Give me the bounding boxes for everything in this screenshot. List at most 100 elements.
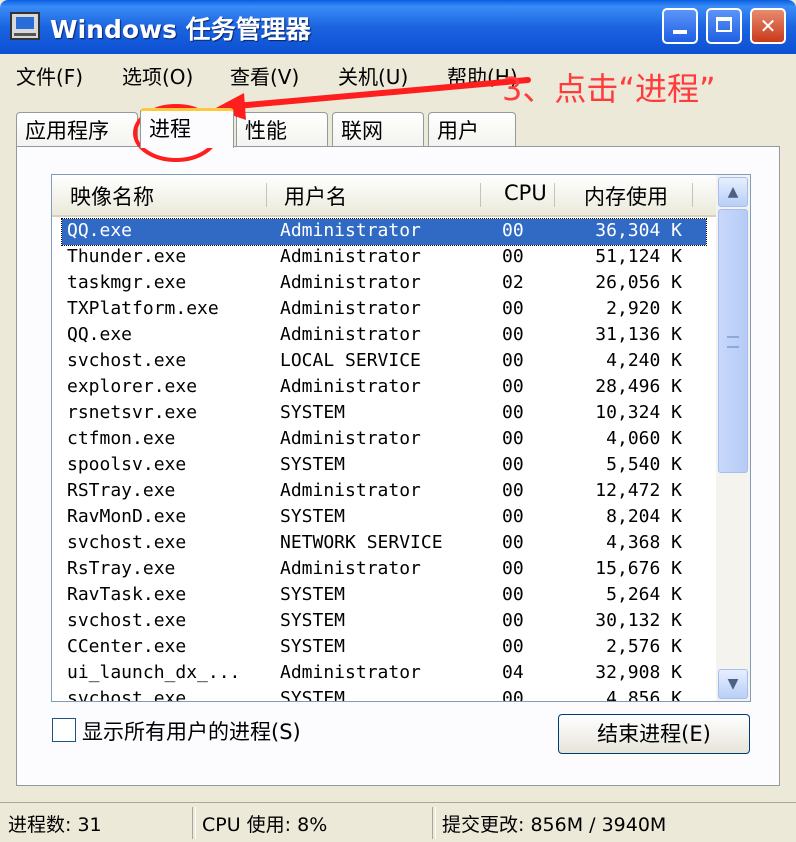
process-user-name: SYSTEM bbox=[280, 402, 346, 423]
process-user-name: Administrator bbox=[280, 220, 421, 241]
table-row[interactable]: RavTask.exe SYSTEM 00 5,264 K bbox=[62, 583, 706, 609]
process-cpu: 04 bbox=[502, 662, 524, 683]
process-user-name: Administrator bbox=[280, 480, 421, 501]
table-row[interactable]: Thunder.exe Administrator 00 51,124 K bbox=[62, 245, 706, 271]
process-memory: 4,856 K bbox=[606, 688, 682, 702]
process-user-name: Administrator bbox=[280, 298, 421, 319]
process-cpu: 00 bbox=[502, 402, 524, 423]
process-cpu: 00 bbox=[502, 298, 524, 319]
process-user-name: Administrator bbox=[280, 428, 421, 449]
show-all-users-checkbox[interactable] bbox=[52, 718, 76, 742]
tab-networking[interactable]: 联网 bbox=[332, 112, 424, 146]
tab-processes[interactable]: 进程 bbox=[140, 108, 234, 148]
table-row[interactable]: QQ.exe Administrator 00 36,304 K bbox=[61, 218, 707, 246]
process-user-name: Administrator bbox=[280, 246, 421, 267]
process-list[interactable]: 映像名称 用户名 CPU 内存使用 QQ.exe Administrator 00 3… bbox=[51, 174, 751, 702]
process-memory: 32,908 K bbox=[595, 662, 682, 683]
table-row[interactable]: RavMonD.exe SYSTEM 00 8,204 K bbox=[62, 505, 706, 531]
task-manager-icon bbox=[10, 12, 40, 40]
process-user-name: SYSTEM bbox=[280, 688, 346, 702]
process-image-name: RavMonD.exe bbox=[67, 506, 187, 527]
process-image-name: RsTray.exe bbox=[67, 558, 176, 579]
table-row[interactable]: CCenter.exe SYSTEM 00 2,576 K bbox=[62, 635, 706, 661]
column-divider[interactable] bbox=[480, 183, 481, 207]
process-image-name: spoolsv.exe bbox=[67, 454, 187, 475]
column-cpu[interactable]: CPU bbox=[504, 181, 547, 205]
table-row[interactable]: RSTray.exe Administrator 00 12,472 K bbox=[62, 479, 706, 505]
process-memory: 26,056 K bbox=[595, 272, 682, 293]
table-row[interactable]: svchost.exe SYSTEM 00 4,856 K bbox=[62, 687, 706, 702]
window-title: Windows 任务管理器 bbox=[50, 15, 311, 44]
table-row[interactable]: svchost.exe SYSTEM 00 30,132 K bbox=[62, 609, 706, 635]
column-divider[interactable] bbox=[692, 183, 693, 207]
scroll-down-button[interactable]: ▼ bbox=[718, 669, 748, 699]
scroll-thumb[interactable] bbox=[718, 209, 748, 473]
title-bar[interactable]: Windows 任务管理器 ✕ bbox=[0, 0, 796, 54]
tab-users[interactable]: 用户 bbox=[428, 112, 516, 146]
end-process-button[interactable]: 结束进程(E) bbox=[558, 714, 750, 754]
status-process-count: 进程数: 31 bbox=[8, 814, 102, 836]
table-row[interactable]: rsnetsvr.exe SYSTEM 00 10,324 K bbox=[62, 401, 706, 427]
menu-file[interactable]: 文件(F) bbox=[16, 61, 83, 90]
table-row[interactable]: explorer.exe Administrator 00 28,496 K bbox=[62, 375, 706, 401]
process-memory: 4,060 K bbox=[606, 428, 682, 449]
process-rows: QQ.exe Administrator 00 36,304 K Thunder.exe… bbox=[61, 218, 707, 702]
table-row[interactable]: TXPlatform.exe Administrator 00 2,920 K bbox=[62, 297, 706, 323]
maximize-icon bbox=[716, 17, 732, 32]
table-row[interactable]: RsTray.exe Administrator 00 15,676 K bbox=[62, 557, 706, 583]
process-cpu: 00 bbox=[502, 610, 524, 631]
process-memory: 30,132 K bbox=[595, 610, 682, 631]
process-image-name: svchost.exe bbox=[67, 532, 187, 553]
process-cpu: 00 bbox=[502, 558, 524, 579]
column-image-name[interactable]: 映像名称 bbox=[70, 181, 154, 211]
table-row[interactable]: taskmgr.exe Administrator 02 26,056 K bbox=[62, 271, 706, 297]
menu-view[interactable]: 查看(V) bbox=[230, 61, 299, 90]
process-cpu: 02 bbox=[502, 272, 524, 293]
process-image-name: RavTask.exe bbox=[67, 584, 187, 605]
process-cpu: 00 bbox=[502, 454, 524, 475]
show-all-users-label[interactable]: 显示所有用户的进程(S) bbox=[82, 716, 301, 746]
process-memory: 5,264 K bbox=[606, 584, 682, 605]
column-header: 映像名称 用户名 CPU 内存使用 bbox=[52, 175, 716, 217]
process-memory: 10,324 K bbox=[595, 402, 682, 423]
process-memory: 31,136 K bbox=[595, 324, 682, 345]
process-memory: 15,676 K bbox=[595, 558, 682, 579]
process-image-name: svchost.exe bbox=[67, 350, 187, 371]
minimize-button[interactable] bbox=[662, 8, 698, 44]
close-button[interactable]: ✕ bbox=[750, 8, 786, 44]
status-divider bbox=[192, 807, 196, 839]
tab-applications[interactable]: 应用程序 bbox=[16, 112, 138, 146]
column-memory[interactable]: 内存使用 bbox=[584, 181, 668, 211]
process-user-name: Administrator bbox=[280, 272, 421, 293]
process-cpu: 00 bbox=[502, 428, 524, 449]
column-divider[interactable] bbox=[554, 183, 555, 207]
process-cpu: 00 bbox=[502, 584, 524, 605]
table-row[interactable]: spoolsv.exe SYSTEM 00 5,540 K bbox=[62, 453, 706, 479]
column-user-name[interactable]: 用户名 bbox=[284, 181, 347, 211]
minimize-icon bbox=[673, 30, 687, 34]
process-cpu: 00 bbox=[502, 688, 524, 702]
table-row[interactable]: QQ.exe Administrator 00 31,136 K bbox=[62, 323, 706, 349]
scroll-up-button[interactable]: ▲ bbox=[718, 177, 748, 207]
maximize-button[interactable] bbox=[706, 8, 742, 44]
table-row[interactable]: svchost.exe LOCAL SERVICE 00 4,240 K bbox=[62, 349, 706, 375]
table-row[interactable]: ctfmon.exe Administrator 00 4,060 K bbox=[62, 427, 706, 453]
process-memory: 36,304 K bbox=[595, 220, 682, 241]
grip-icon bbox=[727, 336, 739, 348]
process-cpu: 00 bbox=[502, 350, 524, 371]
vertical-scrollbar[interactable]: ▲ ▼ bbox=[716, 175, 750, 701]
process-user-name: SYSTEM bbox=[280, 454, 346, 475]
close-icon: ✕ bbox=[759, 14, 777, 38]
process-image-name: Thunder.exe bbox=[67, 246, 187, 267]
process-image-name: QQ.exe bbox=[67, 324, 133, 345]
menu-shutdown[interactable]: 关机(U) bbox=[338, 61, 408, 90]
table-row[interactable]: ui_launch_dx_... Administrator 04 32,908 K bbox=[62, 661, 706, 687]
column-divider[interactable] bbox=[266, 183, 267, 207]
process-user-name: SYSTEM bbox=[280, 610, 346, 631]
process-image-name: rsnetsvr.exe bbox=[67, 402, 198, 423]
process-user-name: SYSTEM bbox=[280, 506, 346, 527]
tab-performance[interactable]: 性能 bbox=[236, 112, 328, 146]
table-row[interactable]: svchost.exe NETWORK SERVICE 00 4,368 K bbox=[62, 531, 706, 557]
menu-options[interactable]: 选项(O) bbox=[122, 61, 193, 90]
process-image-name: svchost.exe bbox=[67, 610, 187, 631]
